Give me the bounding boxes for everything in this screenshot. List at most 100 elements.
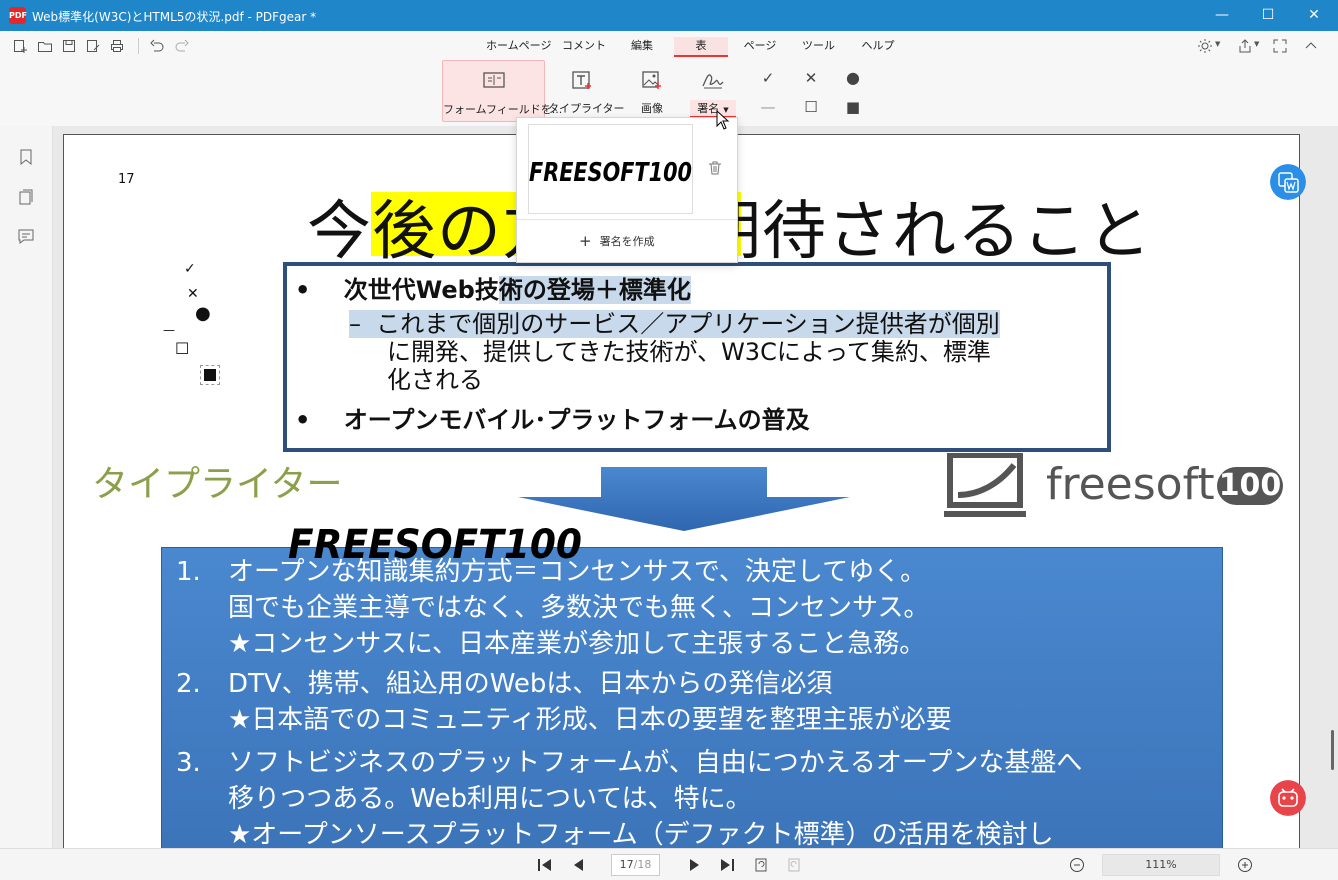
vertical-scrollbar-thumb[interactable] bbox=[1331, 730, 1334, 770]
create-signature-button[interactable]: + 署名を作成 bbox=[579, 232, 655, 250]
ai-assistant-robot-icon[interactable] bbox=[1270, 780, 1306, 816]
filled-box-stamp-button[interactable]: ■ bbox=[843, 97, 863, 117]
undo-icon[interactable] bbox=[149, 38, 165, 54]
saved-signature-card[interactable]: FREESOFT100 bbox=[528, 124, 693, 214]
page-number-text: 17 bbox=[118, 172, 135, 187]
tab-comment[interactable]: コメント bbox=[562, 37, 606, 57]
title-bar: PDF Web標準化(W3C)とHTML5の状況.pdf - PDFgear *… bbox=[0, 0, 1338, 31]
first-page-icon[interactable] bbox=[535, 855, 555, 875]
empty-box-stamp-button[interactable]: ☐ bbox=[801, 97, 821, 117]
list-item-1: 1. オープンな知識集約方式＝コンセンサスで、決定してゆく。 国でも企業主導ではな… bbox=[176, 554, 929, 662]
theme-sun-icon[interactable] bbox=[1197, 38, 1213, 54]
list-item-2: 2. DTV、携帯、組込用のWebは、日本からの発信必須 ★日本語でのコミュニティ… bbox=[176, 666, 952, 738]
typewriter-tool[interactable]: タイプライター bbox=[548, 60, 625, 122]
laptop-logo-icon bbox=[944, 452, 1026, 517]
saved-signature-image: FREESOFT100 bbox=[529, 158, 692, 188]
close-button[interactable]: ✕ bbox=[1291, 0, 1337, 31]
minimize-button[interactable]: — bbox=[1199, 0, 1245, 31]
filled-box-stamp bbox=[204, 369, 216, 381]
open-folder-icon[interactable] bbox=[37, 38, 53, 54]
list-line: ★コンセンサスに、日本産業が参加して主張すること急務。 bbox=[228, 629, 926, 659]
list-line: 国でも企業主導ではなく、多数決でも無く、コンセンサス。 bbox=[228, 593, 930, 623]
theme-dropdown-caret-icon[interactable]: ▼ bbox=[1215, 40, 1220, 48]
list-item-3: 3. ソフトビジネスのプラットフォームが、自由につかえるオープンな基盤へ 移りつつ… bbox=[176, 745, 1082, 848]
maximize-button[interactable]: ☐ bbox=[1245, 0, 1291, 31]
sub-dash: – bbox=[349, 310, 361, 338]
checkmark-stamp-button[interactable]: ✓ bbox=[758, 68, 778, 88]
rotate-page-forward-icon[interactable] bbox=[784, 855, 804, 875]
new-file-icon[interactable] bbox=[12, 38, 28, 54]
tab-tools[interactable]: ツール bbox=[802, 37, 835, 57]
signature-tool[interactable]: 署名 ▼ bbox=[688, 60, 738, 122]
image-tool[interactable]: 画像 bbox=[630, 60, 674, 122]
sub-line-2: に開発、提供してきた技術が、W3Cによって集約、標準 bbox=[387, 338, 991, 366]
cross-stamp-button[interactable]: ✕ bbox=[801, 68, 821, 88]
bullet-text-box: • 次世代Web技術の登場＋標準化 – これまで個別のサービス／アプリケーション… bbox=[283, 262, 1111, 452]
share-icon[interactable] bbox=[1237, 38, 1253, 54]
form-field-tool[interactable]: フォームフィールドを... bbox=[442, 60, 563, 122]
logo-badge: 100 bbox=[1217, 467, 1283, 505]
save-icon[interactable] bbox=[61, 38, 77, 54]
zoom-out-icon[interactable] bbox=[1067, 855, 1087, 875]
print-icon[interactable] bbox=[109, 38, 125, 54]
collapse-ribbon-icon[interactable] bbox=[1303, 38, 1319, 54]
tab-table[interactable]: 表 bbox=[674, 37, 728, 57]
redo-icon[interactable] bbox=[174, 38, 190, 54]
sub-line-3: 化される bbox=[387, 366, 483, 394]
down-arrow-shape bbox=[518, 467, 850, 531]
tab-page[interactable]: ページ bbox=[742, 37, 778, 57]
toolbar-divider bbox=[138, 38, 139, 54]
convert-to-word-icon[interactable] bbox=[1270, 164, 1306, 200]
form-field-icon bbox=[482, 72, 505, 88]
filled-box-stamp-selected[interactable] bbox=[200, 365, 220, 385]
typewriter-icon bbox=[572, 71, 591, 89]
bullet-item-1: • 次世代Web技術の登場＋標準化 bbox=[295, 270, 691, 305]
comments-icon[interactable] bbox=[17, 227, 35, 245]
freesoft100-logo: freesoft 100 bbox=[944, 452, 1283, 523]
thumbnails-icon[interactable] bbox=[17, 188, 35, 206]
signature-dropdown-menu: FREESOFT100 + 署名を作成 bbox=[516, 117, 738, 263]
bullet-mark: • bbox=[295, 276, 311, 304]
bullet-1-highlight-text[interactable]: 術の登場＋標準化 bbox=[498, 276, 691, 304]
rotate-page-icon[interactable] bbox=[751, 855, 771, 875]
delete-signature-trash-icon[interactable] bbox=[707, 160, 723, 176]
line-stamp[interactable]: — bbox=[163, 323, 175, 337]
typewriter-label: タイプライター bbox=[548, 102, 625, 115]
page-number-input[interactable]: 17/18 bbox=[611, 854, 660, 876]
bullet-2-text: オープンモバイル･プラットフォームの普及 bbox=[343, 406, 810, 434]
typewriter-annotation[interactable]: タイプライター bbox=[92, 455, 343, 507]
tab-help[interactable]: ヘルプ bbox=[861, 37, 895, 57]
logo-wordmark: freesoft bbox=[1046, 459, 1215, 510]
next-page-icon[interactable] bbox=[684, 855, 704, 875]
numbered-list-box: 1. オープンな知識集約方式＝コンセンサスで、決定してゆく。 国でも企業主導ではな… bbox=[161, 547, 1223, 848]
pdfgear-logo-icon: PDF bbox=[9, 7, 27, 24]
form-field-label: フォームフィールドを... bbox=[443, 103, 563, 116]
line-stamp-button[interactable]: — bbox=[758, 97, 778, 117]
bullet-1-text: 次世代Web技 bbox=[343, 276, 499, 304]
previous-page-icon[interactable] bbox=[569, 855, 589, 875]
bullet-mark: • bbox=[295, 406, 311, 434]
zoom-level-field[interactable]: 111% bbox=[1102, 854, 1220, 876]
checkmark-stamp[interactable]: ✓ bbox=[184, 261, 196, 277]
dot-stamp-button[interactable]: ● bbox=[843, 68, 863, 88]
empty-box-stamp[interactable]: ☐ bbox=[175, 339, 189, 358]
dot-stamp[interactable]: ● bbox=[195, 303, 211, 324]
dropdown-separator bbox=[517, 219, 737, 220]
fullscreen-icon[interactable] bbox=[1272, 38, 1288, 54]
tab-edit[interactable]: 編集 bbox=[626, 37, 658, 57]
cross-stamp[interactable]: ✕ bbox=[187, 286, 199, 302]
list-line: DTV、携帯、組込用のWebは、日本からの発信必須 bbox=[228, 669, 833, 699]
tab-home[interactable]: ホームページ bbox=[486, 37, 551, 57]
plus-icon: + bbox=[579, 232, 592, 250]
image-label: 画像 bbox=[641, 102, 663, 115]
signature-stamp-on-page[interactable]: FREESOFT100 bbox=[286, 524, 586, 564]
bookmark-icon[interactable] bbox=[17, 148, 35, 166]
saved-signature-text: FREESOFT100 bbox=[529, 158, 692, 188]
image-icon bbox=[642, 71, 661, 89]
list-number: 1. bbox=[176, 557, 201, 587]
last-page-icon[interactable] bbox=[717, 855, 737, 875]
save-as-icon[interactable] bbox=[85, 38, 101, 54]
zoom-in-icon[interactable] bbox=[1235, 855, 1255, 875]
share-dropdown-caret-icon[interactable]: ▼ bbox=[1254, 40, 1259, 48]
bullet-item-2: • オープンモバイル･プラットフォームの普及 bbox=[295, 400, 810, 435]
